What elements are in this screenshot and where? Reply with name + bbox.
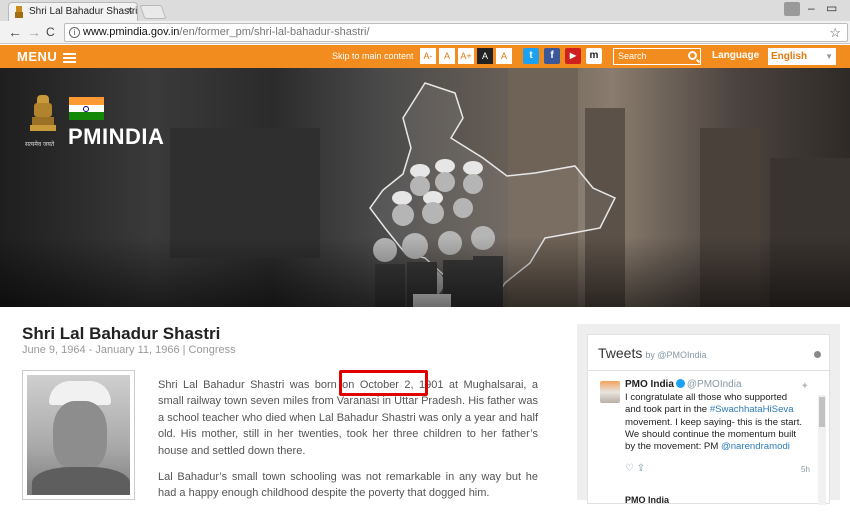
language-select[interactable]: English ▼ (768, 48, 836, 65)
pm-portrait (22, 370, 135, 500)
font-normal-button[interactable]: A (439, 48, 455, 64)
search-icon[interactable] (688, 51, 697, 60)
main-content: Shri Lal Bahadur Shastri June 9, 1964 - … (0, 307, 850, 505)
hashtag-link[interactable]: #SwachhataHiSeva (710, 404, 794, 415)
next-tweet-author: PMO India (625, 495, 670, 505)
youtube-icon[interactable]: ▶ (565, 48, 581, 64)
avatar[interactable] (600, 381, 620, 403)
mygov-icon[interactable]: m (586, 48, 602, 64)
face-shape (53, 401, 107, 471)
twitter-bird-icon[interactable]: ✦ (801, 381, 809, 392)
site-topbar: MENU Skip to main content A- A A+ A A t … (0, 45, 850, 68)
browser-tab[interactable]: Shri Lal Bahadur Shastri × (8, 2, 138, 21)
bookmark-star-icon[interactable]: ☆ (829, 24, 841, 41)
tweets-title: Tweets (598, 345, 643, 361)
skip-to-content-link[interactable]: Skip to main content (332, 51, 414, 61)
hero-shadow (0, 237, 850, 307)
browser-toolbar: ← → C i www.pmindia.gov.in/en/former_pm/… (0, 21, 850, 44)
date-highlight-box (339, 370, 428, 396)
tweet-time[interactable]: 5h (801, 465, 810, 474)
shoulders-shape (32, 467, 130, 495)
address-bar[interactable]: i www.pmindia.gov.in/en/former_pm/shri-l… (64, 23, 848, 42)
pm-tenure: June 9, 1964 - January 11, 1966 | Congre… (22, 344, 236, 356)
verified-icon (675, 379, 685, 388)
language-label: Language (712, 50, 760, 61)
info-icon[interactable] (814, 351, 821, 358)
profile-icon[interactable] (784, 2, 800, 16)
site-search-input[interactable]: Search (613, 48, 701, 65)
tweets-panel: Tweets by @PMOIndia PMO India @PMOIndia ✦ … (577, 324, 840, 505)
national-emblem-icon (30, 95, 56, 131)
menu-label: MENU (17, 49, 58, 64)
author-handle: @PMOIndia (686, 379, 742, 390)
india-flag-icon (69, 97, 104, 120)
font-decrease-button[interactable]: A- (420, 48, 436, 64)
mention-link[interactable]: @narendramodi (721, 441, 790, 452)
emblem-favicon-icon (15, 6, 23, 18)
high-contrast-button[interactable]: A (477, 48, 493, 64)
search-placeholder: Search (618, 51, 647, 61)
tweet-text: I congratulate all those who supported a… (625, 392, 803, 453)
url-host: www.pmindia.gov.in (83, 26, 180, 38)
tab-close-icon[interactable]: × (127, 3, 133, 20)
hamburger-icon (63, 52, 77, 63)
tweets-scrollbar[interactable] (818, 395, 826, 505)
tweets-by-link[interactable]: by @PMOIndia (645, 350, 706, 360)
tab-title: Shri Lal Bahadur Shastri (29, 6, 138, 17)
normal-contrast-button[interactable]: A (496, 48, 512, 64)
tweet-author[interactable]: PMO India @PMOIndia (625, 379, 742, 390)
tweets-widget: Tweets by @PMOIndia PMO India @PMOIndia ✦ … (587, 334, 831, 505)
back-icon[interactable]: ← (8, 24, 22, 40)
portrait-photo (27, 375, 130, 495)
site-title[interactable]: PMINDIA (68, 124, 164, 150)
chevron-down-icon: ▼ (825, 52, 833, 61)
bio-text: Shri Lal Bahadur Shastri was born on (158, 379, 360, 391)
restore-icon[interactable]: ▭ (826, 1, 837, 15)
facebook-icon[interactable]: f (544, 48, 560, 64)
browser-tabstrip: Shri Lal Bahadur Shastri × – ▭ (0, 0, 850, 21)
minimize-icon[interactable]: – (808, 1, 815, 15)
bio-paragraph: Lal Bahadur’s small town schooling was n… (158, 471, 538, 500)
language-value: English (771, 51, 808, 62)
font-increase-button[interactable]: A+ (458, 48, 474, 64)
biography: Shri Lal Bahadur Shastri was born on Oct… (158, 377, 538, 512)
forward-icon[interactable]: → (27, 24, 41, 40)
emblem-caption: सत्यमेव जयते (25, 142, 55, 148)
url-path: /en/former_pm/shri-lal-bahadur-shastri/ (179, 26, 370, 38)
divider (588, 370, 831, 371)
new-tab-button[interactable] (139, 5, 167, 19)
page-info-icon[interactable]: i (69, 27, 80, 38)
hero-banner: सत्यमेव जयते PMINDIA (0, 68, 850, 307)
reload-icon[interactable]: C (46, 24, 55, 40)
tweets-heading: Tweets by @PMOIndia (598, 345, 707, 361)
menu-button[interactable]: MENU (17, 49, 77, 64)
scrollbar-thumb[interactable] (819, 397, 825, 427)
page-title: Shri Lal Bahadur Shastri (22, 324, 221, 343)
author-name: PMO India (625, 379, 674, 390)
tweet-actions[interactable]: ♡ ⇪ (625, 463, 645, 474)
twitter-icon[interactable]: t (523, 48, 539, 64)
